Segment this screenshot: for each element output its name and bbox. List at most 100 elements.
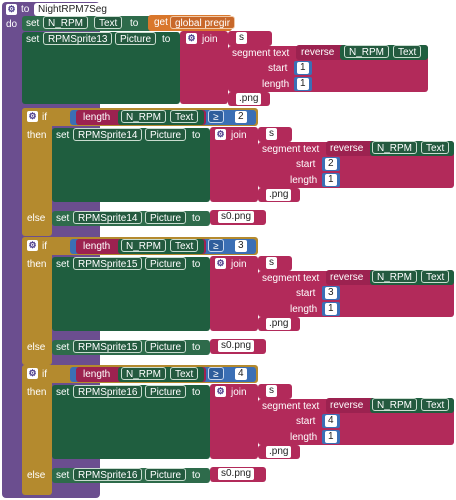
gear-icon[interactable]: ⚙ [27, 240, 38, 251]
start-value[interactable]: 4 [325, 415, 337, 427]
component-dropdown[interactable]: N_RPM [372, 141, 418, 154]
if-label: if [42, 369, 47, 380]
else-label: else [27, 342, 46, 353]
gear-icon[interactable]: ⚙ [27, 111, 38, 122]
property-dropdown[interactable]: Picture [145, 257, 187, 270]
to-label: to [192, 259, 201, 270]
component-dropdown[interactable]: N_RPM [372, 398, 418, 411]
gear-icon[interactable]: ⚙ [215, 258, 226, 269]
property-dropdown[interactable]: Picture [115, 32, 157, 45]
gear-icon[interactable]: ⚙ [186, 33, 197, 44]
length-label: length [290, 175, 318, 186]
property-dropdown[interactable]: Text [421, 398, 450, 411]
segment-label: segment text [262, 401, 320, 412]
png-text-value[interactable]: .png [266, 318, 292, 330]
global-var-dropdown[interactable]: global pregir [170, 16, 236, 29]
property-dropdown[interactable]: Text [170, 110, 199, 123]
set-label: set [56, 213, 70, 224]
compare-value[interactable]: 2 [235, 111, 247, 123]
property-dropdown[interactable]: Picture [145, 211, 187, 224]
length-label: length [290, 432, 318, 443]
gear-icon[interactable]: ⚙ [27, 368, 38, 379]
set-label: set [56, 387, 70, 398]
property-dropdown[interactable]: Text [170, 239, 199, 252]
png-text-value[interactable]: .png [266, 189, 292, 201]
s-text-block[interactable] [228, 31, 272, 46]
property-dropdown[interactable]: Picture [145, 385, 187, 398]
component-dropdown[interactable]: RPMSprite16 [73, 468, 143, 481]
png-text-value[interactable]: .png [236, 93, 262, 105]
property-dropdown[interactable]: Text [94, 16, 123, 29]
property-dropdown[interactable]: Text [421, 141, 450, 154]
length-label: length [83, 241, 111, 252]
start-value[interactable]: 1 [297, 62, 309, 74]
s0png-text-value[interactable]: s0.png [218, 340, 255, 352]
s0png-text-value[interactable]: s0.png [218, 468, 255, 480]
component-dropdown[interactable]: RPMSprite14 [73, 128, 143, 141]
gear-icon[interactable]: ⚙ [6, 4, 17, 15]
length-label: length [83, 112, 111, 123]
property-dropdown[interactable]: Picture [145, 128, 187, 141]
start-label: start [296, 288, 316, 299]
operator-dropdown[interactable]: ≥ [208, 110, 224, 123]
gear-icon[interactable]: ⚙ [215, 129, 226, 140]
property-dropdown[interactable]: Text [421, 270, 450, 283]
length-label: length [262, 79, 290, 90]
procedure-name-field[interactable]: NightRPM7Seg [34, 3, 111, 16]
segment-label: segment text [262, 144, 320, 155]
else-label: else [27, 470, 46, 481]
length-value[interactable]: 1 [325, 174, 337, 186]
join-label: join [231, 130, 247, 141]
reverse-label: reverse [330, 272, 364, 283]
operator-dropdown[interactable]: ≥ [208, 367, 224, 380]
join-label: join [231, 387, 247, 398]
s-text-value[interactable]: s [236, 32, 247, 44]
component-dropdown[interactable]: N_RPM [121, 367, 167, 380]
compare-value[interactable]: 4 [235, 368, 247, 380]
component-dropdown[interactable]: N_RPM [121, 110, 167, 123]
if-footer [22, 226, 52, 234]
property-dropdown[interactable]: Text [170, 367, 199, 380]
component-dropdown[interactable]: N_RPM [43, 16, 89, 29]
component-dropdown[interactable]: RPMSprite13 [43, 32, 113, 45]
property-dropdown[interactable]: Picture [145, 468, 187, 481]
segment-label: segment text [262, 273, 320, 284]
compare-value[interactable]: 3 [235, 240, 247, 252]
component-dropdown[interactable]: RPMSprite15 [73, 257, 143, 270]
to-label: to [192, 213, 201, 224]
s-text-value[interactable]: s [266, 385, 277, 397]
start-label: start [296, 159, 316, 170]
component-dropdown[interactable]: RPMSprite14 [73, 211, 143, 224]
if-footer [22, 483, 52, 491]
component-dropdown[interactable]: N_RPM [121, 239, 167, 252]
then-label: then [27, 259, 47, 270]
start-value[interactable]: 3 [325, 287, 337, 299]
reverse-label: reverse [301, 47, 335, 58]
segment-label: segment text [232, 48, 290, 59]
if-footer [22, 355, 52, 363]
component-dropdown[interactable]: RPMSprite16 [73, 385, 143, 398]
procedure-to-label: to [21, 4, 30, 15]
start-value[interactable]: 2 [325, 158, 337, 170]
procedure-do-label: do [6, 19, 18, 30]
s-text-value[interactable]: s [266, 128, 277, 140]
set-label: set [56, 470, 70, 481]
to-label: to [192, 342, 201, 353]
property-dropdown[interactable]: Picture [145, 340, 187, 353]
png-text-value[interactable]: .png [266, 446, 292, 458]
to-label: to [162, 34, 171, 45]
component-dropdown[interactable]: N_RPM [344, 45, 390, 58]
operator-dropdown[interactable]: ≥ [208, 239, 224, 252]
join-label: join [231, 259, 247, 270]
reverse-label: reverse [330, 143, 364, 154]
gear-icon[interactable]: ⚙ [215, 386, 226, 397]
component-dropdown[interactable]: RPMSprite15 [73, 340, 143, 353]
start-label: start [268, 63, 288, 74]
length-value[interactable]: 1 [297, 78, 309, 90]
s-text-value[interactable]: s [266, 257, 277, 269]
s0png-text-value[interactable]: s0.png [218, 211, 255, 223]
property-dropdown[interactable]: Text [393, 45, 422, 58]
component-dropdown[interactable]: N_RPM [372, 270, 418, 283]
length-value[interactable]: 1 [325, 303, 337, 315]
length-value[interactable]: 1 [325, 431, 337, 443]
